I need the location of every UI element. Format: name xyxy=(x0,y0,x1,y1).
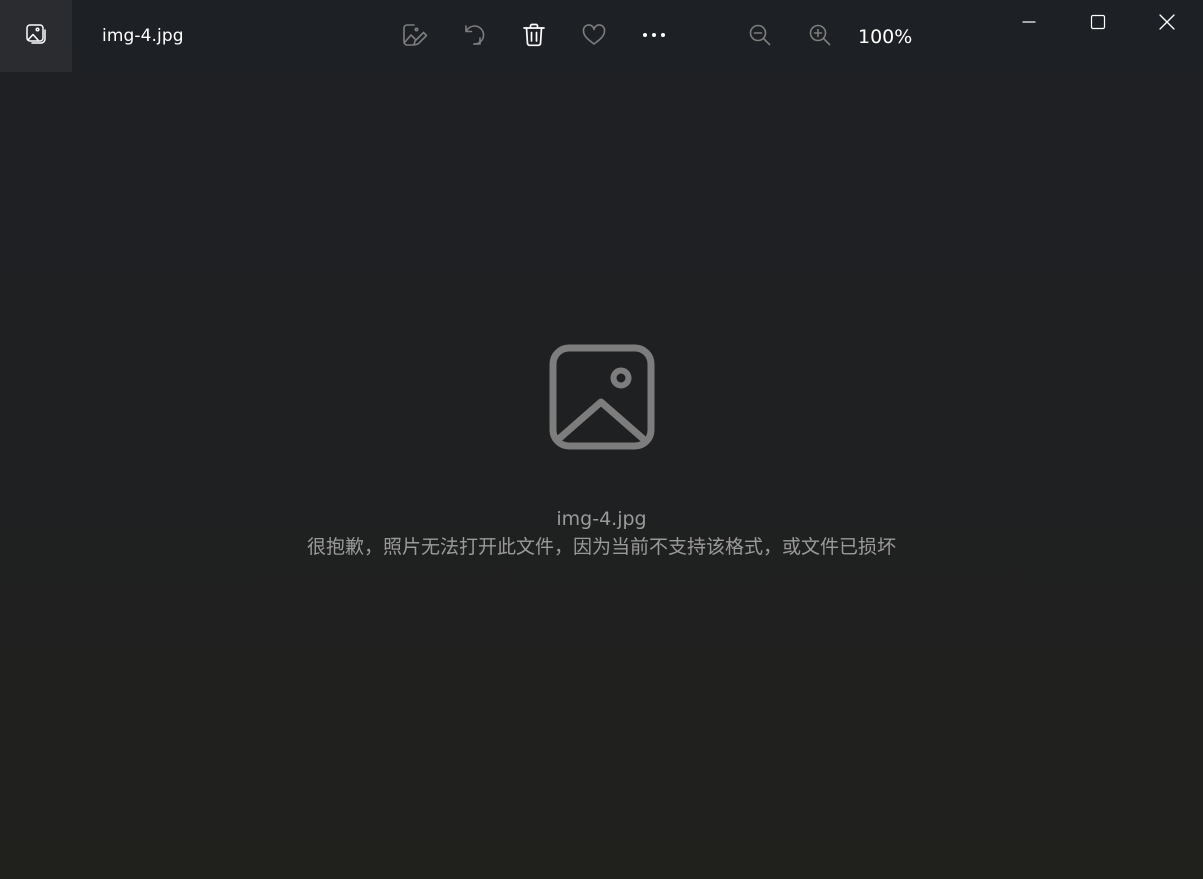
image-viewer-area: img-4.jpg 很抱歉，照片无法打开此文件，因为当前不支持该格式，或文件已损… xyxy=(0,72,1203,879)
maximize-icon xyxy=(1090,14,1106,34)
zoom-in-button[interactable] xyxy=(801,18,839,56)
rotate-button[interactable] xyxy=(455,18,493,56)
rotate-icon xyxy=(460,21,488,53)
image-placeholder-icon xyxy=(548,343,656,451)
app-menu-button[interactable] xyxy=(0,0,72,72)
zoom-out-button[interactable] xyxy=(741,18,779,56)
photos-app-icon xyxy=(24,22,48,50)
zoom-out-icon xyxy=(747,22,773,52)
close-icon xyxy=(1158,13,1176,35)
more-options-button[interactable] xyxy=(635,18,673,56)
more-options-icon xyxy=(640,21,668,53)
minimize-icon xyxy=(1021,14,1037,34)
zoom-in-icon xyxy=(807,22,833,52)
favorite-button[interactable] xyxy=(575,18,613,56)
edit-image-button[interactable] xyxy=(395,18,433,56)
delete-icon xyxy=(521,22,547,52)
maximize-button[interactable] xyxy=(1065,0,1131,48)
title-bar: img-4.jpg 100% xyxy=(0,0,1203,72)
favorite-heart-icon xyxy=(580,21,608,53)
window-title: img-4.jpg xyxy=(102,26,184,46)
photos-window: img-4.jpg 100% img-4.jpg 很抱歉，照片无法打开此文件，因… xyxy=(0,0,1203,879)
zoom-level-display[interactable]: 100% xyxy=(858,26,912,48)
edit-image-icon xyxy=(400,21,428,53)
close-button[interactable] xyxy=(1134,0,1200,48)
delete-button[interactable] xyxy=(515,18,553,56)
file-name-label: img-4.jpg xyxy=(556,508,647,530)
minimize-button[interactable] xyxy=(996,0,1062,48)
error-message: 很抱歉，照片无法打开此文件，因为当前不支持该格式，或文件已损坏 xyxy=(306,536,896,558)
